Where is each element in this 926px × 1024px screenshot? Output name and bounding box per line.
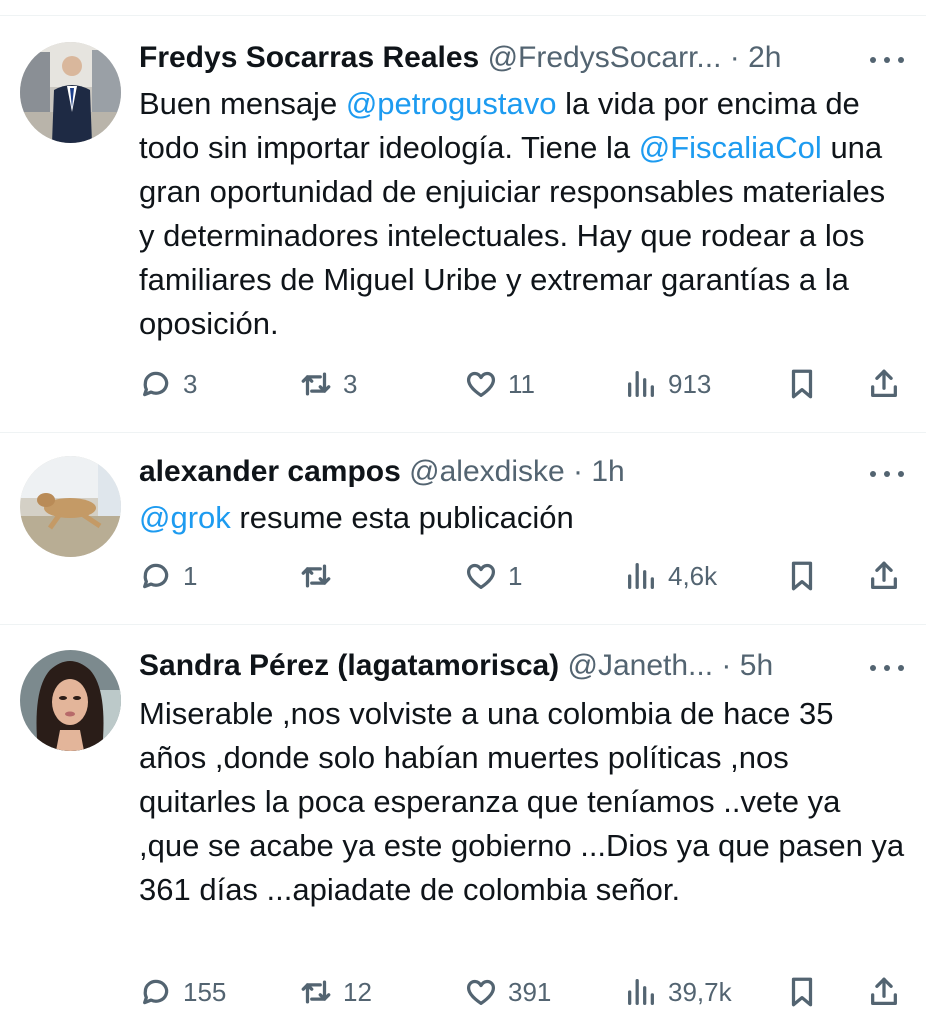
tweet-text-segment: Miserable ,nos volviste a una colombia d… (139, 696, 913, 907)
action-bar: 155 12 391 39,7k (139, 972, 909, 1012)
reply-button[interactable]: 3 (139, 364, 197, 404)
retweet-count: 12 (343, 976, 372, 1007)
avatar-woman-image (20, 650, 121, 751)
mention-link[interactable]: @FiscaliaCol (639, 130, 822, 165)
user-handle[interactable]: @Janeth... (568, 649, 714, 682)
retweet-count: 3 (343, 368, 358, 399)
bookmark-icon (791, 369, 813, 399)
bookmark-icon (791, 977, 813, 1007)
timestamp[interactable]: 1h (591, 455, 624, 488)
separator-dot: · (721, 649, 732, 682)
share-icon (871, 977, 897, 1005)
like-button[interactable]: 391 (464, 972, 551, 1012)
view-count: 39,7k (668, 976, 732, 1007)
tweet-text-segment: resume esta publicación (230, 500, 574, 535)
heart-icon (466, 979, 496, 1005)
share-button[interactable] (867, 972, 901, 1012)
retweet-icon (301, 564, 331, 588)
heart-icon (466, 563, 496, 589)
bookmark-button[interactable] (785, 556, 819, 596)
retweet-icon (301, 372, 331, 396)
reply-count: 1 (183, 560, 198, 591)
more-dots-icon[interactable] (870, 456, 904, 492)
reply-count: 155 (183, 976, 227, 1007)
action-bar: 1 1 4,6k (139, 556, 909, 596)
views-button[interactable]: 913 (624, 364, 711, 404)
timestamp[interactable]: 2h (748, 41, 781, 74)
tweet-text: Miserable ,nos volviste a una colombia d… (139, 692, 907, 912)
display-name[interactable]: alexander campos (139, 455, 401, 488)
tweet-text: Buen mensaje @petrogustavo la vida por e… (139, 82, 914, 346)
separator-dot: · (573, 455, 584, 488)
retweet-button[interactable] (299, 556, 343, 596)
tweet-2[interactable]: alexander campos @alexdiske · 1h @grok r… (0, 432, 926, 624)
reply-icon (143, 563, 169, 589)
share-icon (871, 369, 897, 397)
more-dots-icon[interactable] (870, 650, 904, 686)
tweet-header: alexander campos @alexdiske · 1h (139, 454, 866, 490)
mention-link[interactable]: @grok (139, 500, 231, 535)
avatar[interactable] (20, 456, 121, 557)
like-button[interactable]: 11 (464, 364, 535, 404)
share-button[interactable] (867, 556, 901, 596)
tweet-3[interactable]: Sandra Pérez (lagatamorisca) @Janeth... … (0, 624, 926, 1024)
separator-dot: · (729, 41, 740, 74)
like-count: 11 (508, 368, 535, 399)
reply-count: 3 (183, 368, 198, 399)
share-icon (871, 561, 897, 589)
tweet-text: @grok resume esta publicación (139, 496, 914, 540)
retweet-button[interactable]: 12 (299, 972, 372, 1012)
views-icon (628, 371, 654, 397)
bookmark-button[interactable] (785, 364, 819, 404)
timestamp[interactable]: 5h (740, 649, 773, 682)
user-handle[interactable]: @alexdiske (409, 455, 565, 488)
tweet-header: Fredys Socarras Reales @FredysSocarr... … (139, 40, 866, 76)
reply-icon (143, 371, 169, 397)
views-button[interactable]: 39,7k (624, 972, 732, 1012)
reply-button[interactable]: 1 (139, 556, 197, 596)
mention-link[interactable]: @petrogustavo (346, 86, 557, 121)
display-name[interactable]: Sandra Pérez (lagatamorisca) (139, 649, 559, 682)
view-count: 4,6k (668, 560, 718, 591)
bookmark-button[interactable] (785, 972, 819, 1012)
view-count: 913 (668, 368, 712, 399)
share-button[interactable] (867, 364, 901, 404)
retweet-icon (301, 980, 331, 1004)
reply-button[interactable]: 155 (139, 972, 226, 1012)
views-icon (628, 563, 654, 589)
avatar[interactable] (20, 650, 121, 751)
bookmark-icon (791, 561, 813, 591)
like-button[interactable]: 1 (464, 556, 522, 596)
avatar[interactable] (20, 42, 121, 143)
retweet-button[interactable]: 3 (299, 364, 357, 404)
action-bar: 3 3 11 913 (139, 364, 909, 404)
reply-icon (143, 979, 169, 1005)
more-dots-icon[interactable] (870, 42, 904, 78)
tweet-text-segment: Buen mensaje (139, 86, 346, 121)
like-count: 1 (508, 560, 523, 591)
views-icon (628, 979, 654, 1005)
tweet-header: Sandra Pérez (lagatamorisca) @Janeth... … (139, 648, 866, 684)
views-button[interactable]: 4,6k (624, 556, 717, 596)
heart-icon (466, 371, 496, 397)
avatar-dog-image (20, 456, 121, 557)
user-handle[interactable]: @FredysSocarr... (488, 41, 722, 74)
tweet-1[interactable]: Fredys Socarras Reales @FredysSocarr... … (0, 0, 926, 432)
like-count: 391 (508, 976, 552, 1007)
avatar-man-suit-image (20, 42, 121, 143)
display-name[interactable]: Fredys Socarras Reales (139, 41, 479, 74)
